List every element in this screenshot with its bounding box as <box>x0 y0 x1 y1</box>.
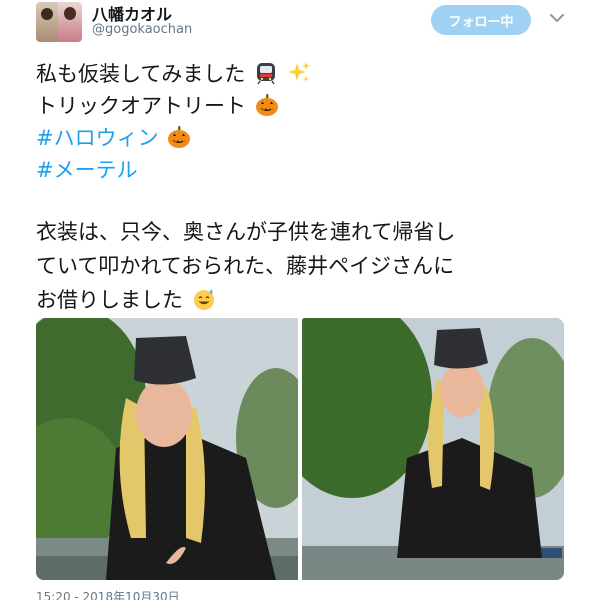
tweet-timestamp[interactable]: 15:20 - 2018年10月30日 <box>36 588 180 600</box>
jack-o-lantern-icon <box>168 126 191 148</box>
tweet-text: 私も仮装してみました トリックオアトリート #ハロウィン #メーテル <box>36 58 576 186</box>
hashtag-link[interactable]: #ハロウィン <box>36 126 159 150</box>
tweet-body: 衣装は、只今、奥さんが子供を連れて帰省し ていて叩かれておられた、藤井ペイジさん… <box>36 215 576 317</box>
jack-o-lantern-icon <box>255 94 278 116</box>
chevron-down-icon[interactable] <box>545 6 569 30</box>
photo[interactable] <box>302 318 564 580</box>
tweet-header: 八幡カオル @gogokaochan フォロー中 <box>0 0 600 52</box>
avatar[interactable] <box>36 2 82 42</box>
tweet-line: 衣装は、只今、奥さんが子供を連れて帰省し <box>36 220 456 244</box>
tweet-line: 私も仮装してみました <box>36 62 246 86</box>
photo[interactable] <box>36 318 298 580</box>
sparkles-icon <box>287 62 310 82</box>
follow-button[interactable]: フォロー中 <box>431 5 531 35</box>
tweet-line: トリックオアトリート <box>36 94 246 118</box>
tweet-line: ていて叩かれておられた、藤井ペイジさんに <box>36 254 455 278</box>
tweet-line: お借りしました <box>36 288 183 312</box>
user-handle[interactable]: @gogokaochan <box>92 22 192 37</box>
sweat-smile-icon <box>193 289 214 310</box>
hashtag-link[interactable]: #メーテル <box>36 158 138 182</box>
media-gallery <box>36 318 564 580</box>
train-icon <box>257 63 276 85</box>
